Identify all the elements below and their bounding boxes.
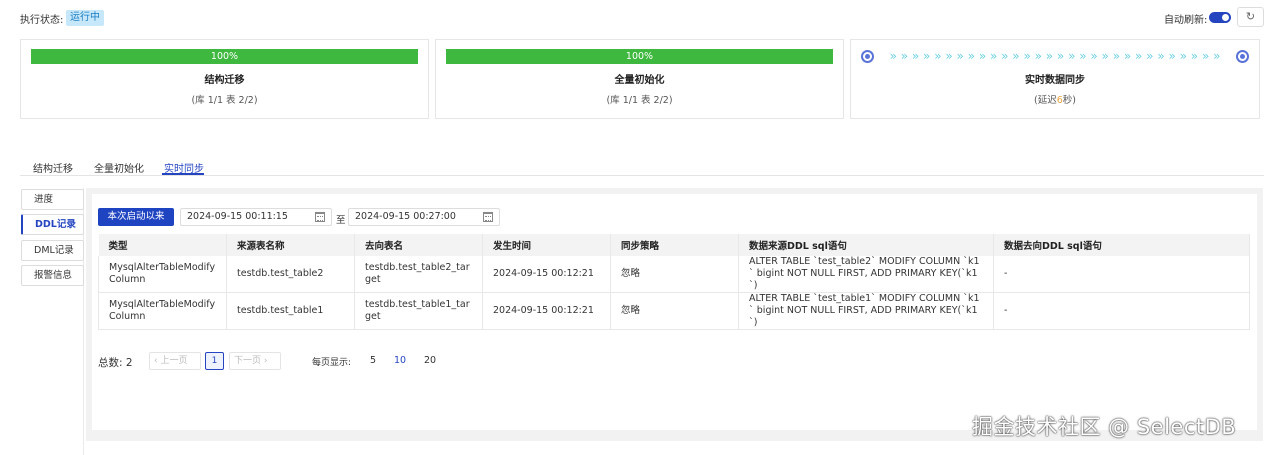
- cell-target-ddl: -: [993, 292, 1250, 330]
- cell-source-table: testdb.test_table2: [226, 256, 355, 293]
- cell-source-table: testdb.test_table1: [226, 292, 355, 330]
- dest-target-icon: [1236, 50, 1249, 63]
- prev-page-button[interactable]: ‹ 上一页: [149, 352, 201, 370]
- start-date-value: 2024-09-15 00:11:15: [187, 211, 288, 222]
- active-tab-indicator: [162, 173, 204, 175]
- cell-time: 2024-09-15 00:12:21: [482, 292, 611, 330]
- cell-target-table: testdb.test_table2_target: [354, 256, 483, 293]
- side-item-ddl[interactable]: DDL记录: [21, 214, 84, 235]
- col-time: 发生时间: [482, 234, 611, 256]
- auto-refresh-label: 自动刷新:: [1164, 15, 1208, 26]
- page-size-10[interactable]: 10: [394, 355, 406, 366]
- main-tabs: 结构迁移 全量初始化 实时同步: [20, 154, 1264, 176]
- next-page-button[interactable]: 下一页 ›: [229, 352, 281, 370]
- content-area: 本次启动以来 2024-09-15 00:11:15 至 2024-09-15 …: [86, 188, 1263, 441]
- cell-time: 2024-09-15 00:12:21: [482, 256, 611, 293]
- page-size-5[interactable]: 5: [370, 355, 376, 366]
- table-row: MysqlAlterTableModifyColumn testdb.test_…: [98, 292, 1250, 330]
- refresh-button[interactable]: ↻: [1237, 7, 1264, 27]
- sync-flow: » » » » » » » » » » » » » » » » » » » » …: [861, 49, 1249, 64]
- page-size-20[interactable]: 20: [424, 355, 436, 366]
- col-target-table: 去向表名: [354, 234, 483, 256]
- header-bar: 执行状态: 运行中 自动刷新: ↻: [0, 0, 1280, 36]
- card-title: 实时数据同步: [1025, 75, 1085, 86]
- cell-type: MysqlAlterTableModifyColumn: [98, 292, 227, 330]
- cell-target-ddl: -: [993, 256, 1250, 293]
- progress-bar: 100%: [446, 49, 833, 64]
- card-realtime-sync: » » » » » » » » » » » » » » » » » » » » …: [850, 39, 1260, 119]
- col-strategy: 同步策略: [610, 234, 739, 256]
- status-label: 执行状态:: [20, 15, 64, 26]
- toggle-knob: [1222, 14, 1229, 21]
- progress-cards: 100% 结构迁移 (库 1/1 表 2/2) 100% 全量初始化 (库 1/…: [20, 39, 1260, 119]
- per-page-label: 每页显示:: [312, 358, 352, 368]
- end-date-input[interactable]: 2024-09-15 00:27:00: [348, 208, 500, 226]
- source-target-icon: [861, 50, 874, 63]
- cell-strategy: 忽略: [610, 256, 739, 293]
- col-source-table: 来源表名称: [226, 234, 355, 256]
- status-badge: 运行中: [66, 10, 104, 26]
- cell-target-table: testdb.test_table1_target: [354, 292, 483, 330]
- ddl-panel: 本次启动以来 2024-09-15 00:11:15 至 2024-09-15 …: [92, 194, 1257, 430]
- side-item-progress[interactable]: 进度: [21, 189, 84, 210]
- pagination: 总数: 2 ‹ 上一页 1 下一页 › 每页显示: 5 10 20: [98, 352, 498, 370]
- card-title: 全量初始化: [614, 75, 665, 86]
- total-count: 总数: 2: [98, 357, 133, 369]
- auto-refresh-toggle[interactable]: [1209, 12, 1231, 23]
- card-title: 结构迁移: [204, 75, 245, 86]
- lag-prefix: (延迟: [1034, 95, 1057, 106]
- refresh-icon: ↻: [1245, 10, 1256, 23]
- cell-type: MysqlAlterTableModifyColumn: [98, 256, 227, 293]
- card-subtitle: (延迟6秒): [851, 92, 1259, 106]
- cell-strategy: 忽略: [610, 292, 739, 330]
- card-schema-migration: 100% 结构迁移 (库 1/1 表 2/2): [20, 39, 429, 119]
- side-nav: 进度 DDL记录 DML记录 报警信息: [20, 188, 84, 455]
- page-1-button[interactable]: 1: [205, 352, 224, 370]
- range-separator: 至: [336, 215, 346, 226]
- lag-suffix: 秒): [1062, 95, 1076, 106]
- flow-arrows-icon: » » » » » » » » » » » » » » » » » » » » …: [889, 49, 1221, 63]
- watermark: 掘金技术社区 @ SelectDB: [972, 415, 1237, 439]
- table-header: 类型 来源表名称 去向表名 发生时间 同步策略 数据来源DDL sql语句 数据…: [98, 234, 1250, 256]
- calendar-icon: [483, 212, 493, 222]
- card-subtitle: (库 1/1 表 2/2): [191, 95, 258, 106]
- tab-schema-migration[interactable]: 结构迁移: [33, 160, 73, 175]
- end-date-value: 2024-09-15 00:27:00: [355, 211, 456, 222]
- card-subtitle: (库 1/1 表 2/2): [606, 95, 673, 106]
- start-date-input[interactable]: 2024-09-15 00:11:15: [180, 208, 332, 226]
- calendar-icon: [315, 212, 325, 222]
- col-type: 类型: [98, 234, 227, 256]
- ddl-table: 类型 来源表名称 去向表名 发生时间 同步策略 数据来源DDL sql语句 数据…: [98, 234, 1250, 330]
- cell-source-ddl: ALTER TABLE `test_table1` MODIFY COLUMN …: [738, 292, 994, 330]
- card-full-init: 100% 全量初始化 (库 1/1 表 2/2): [435, 39, 844, 119]
- col-source-ddl: 数据来源DDL sql语句: [738, 234, 994, 256]
- cell-source-ddl: ALTER TABLE `test_table2` MODIFY COLUMN …: [738, 256, 994, 293]
- since-start-button[interactable]: 本次启动以来: [98, 208, 174, 226]
- tab-full-init[interactable]: 全量初始化: [94, 160, 144, 175]
- col-target-ddl: 数据去向DDL sql语句: [993, 234, 1250, 256]
- progress-bar: 100%: [31, 49, 418, 64]
- side-item-alerts[interactable]: 报警信息: [21, 265, 84, 286]
- side-item-dml[interactable]: DML记录: [21, 240, 84, 261]
- table-row: MysqlAlterTableModifyColumn testdb.test_…: [98, 256, 1250, 293]
